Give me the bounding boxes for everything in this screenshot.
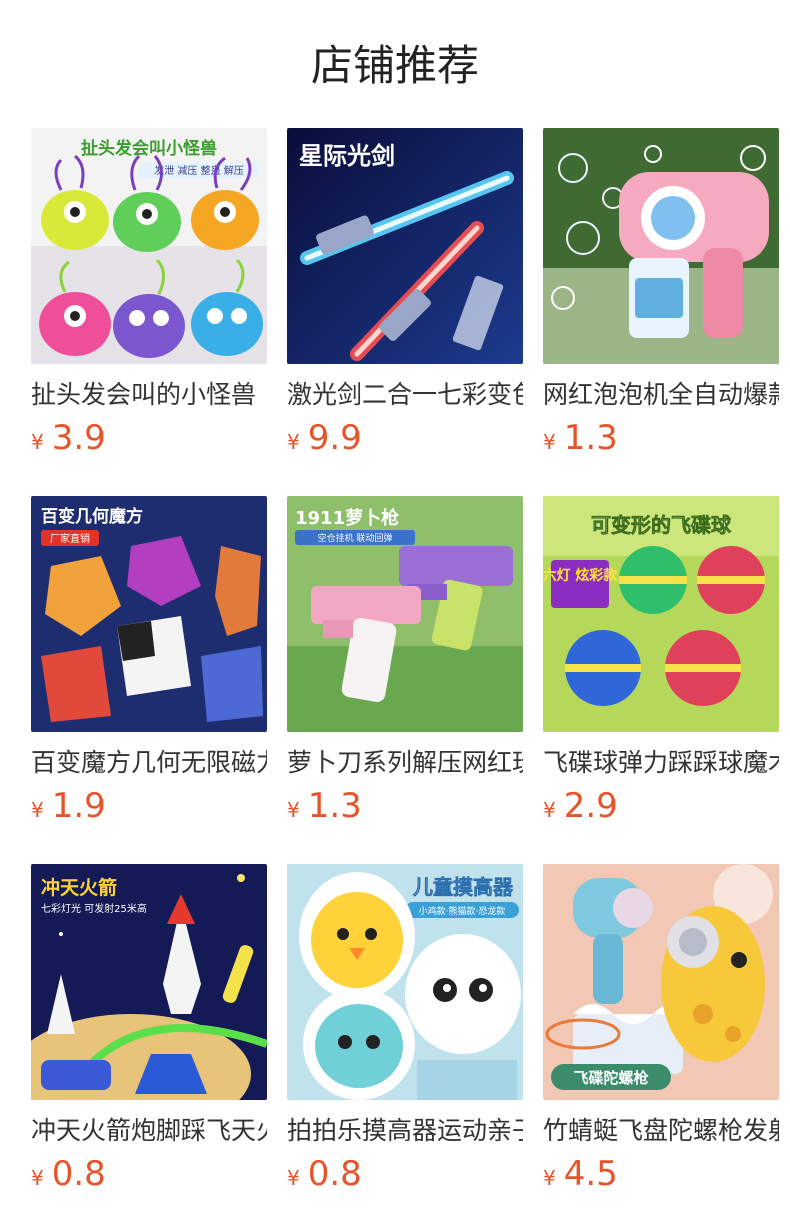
bubble-machine-image [543,128,779,364]
product-price: ¥1.3 [287,784,362,828]
currency-symbol: ¥ [543,1166,556,1190]
price-value: 0.8 [51,1154,106,1194]
product-card[interactable]: 网红泡泡机全自动爆款 ¥1.3 [543,128,779,458]
product-price: ¥1.9 [31,784,106,828]
product-image[interactable]: 飞碟陀螺枪 [543,864,779,1100]
price-value: 1.9 [51,786,106,826]
svg-text:厂家直销: 厂家直销 [50,532,90,545]
product-name[interactable]: 竹蜻蜓飞盘陀螺枪发射器 [543,1112,779,1150]
product-image[interactable] [543,128,779,364]
product-price: ¥0.8 [287,1152,362,1196]
product-price: ¥2.9 [543,784,618,828]
product-image[interactable]: 扯头发会叫小怪兽 发泄 减压 整蛊 解压 [31,128,267,364]
currency-symbol: ¥ [31,430,44,454]
currency-symbol: ¥ [287,430,300,454]
touch-height-toy-image: 儿童摸高器 小鸡款·熊猫款·恐龙款 [287,864,523,1100]
product-card[interactable]: 可变形的飞碟球 六灯 炫彩款 飞碟球弹力踩踩球魔术球 ¥2.9 [543,496,779,826]
svg-text:七彩灯光 可发射25米高: 七彩灯光 可发射25米高 [41,902,147,915]
product-card[interactable]: 百变几何魔方 厂家直销 百变魔方几何无限磁力 ¥1.9 [31,496,267,826]
product-name[interactable]: 冲天火箭炮脚踩飞天火箭 [31,1112,267,1150]
svg-text:小鸡款·熊猫款·恐龙款: 小鸡款·熊猫款·恐龙款 [419,905,506,917]
page-title: 店铺推荐 [310,41,479,90]
product-card[interactable]: 儿童摸高器 小鸡款·熊猫款·恐龙款 拍拍乐摸高器运动亲子玩具 ¥0.8 [287,864,523,1194]
product-name[interactable]: 激光剑二合一七彩变色 [287,376,523,414]
product-image[interactable]: 星际光剑 [287,128,523,364]
rocket-toy-image: 冲天火箭 七彩灯光 可发射25米高 [31,864,267,1100]
svg-text:空仓挂机 联动回弹: 空仓挂机 联动回弹 [318,532,393,544]
product-name[interactable]: 飞碟球弹力踩踩球魔术球 [543,744,779,782]
image-title: 儿童摸高器 [412,875,514,899]
product-name[interactable]: 扯头发会叫的小怪兽 [31,376,267,414]
image-title: 1911萝卜枪 [295,507,399,529]
currency-symbol: ¥ [287,1166,300,1190]
currency-symbol: ¥ [287,798,300,822]
currency-symbol: ¥ [543,430,556,454]
product-card[interactable]: 星际光剑 激光剑二合一七彩变色 ¥9.9 [287,128,523,458]
product-card[interactable]: 1911萝卜枪 空仓挂机 联动回弹 萝卜刀系列解压网红玩具 ¥1.3 [287,496,523,826]
image-title: 百变几何魔方 [41,506,143,527]
product-name[interactable]: 网红泡泡机全自动爆款 [543,376,779,414]
image-title: 冲天火箭 [41,876,117,899]
image-title: 可变形的飞碟球 [591,513,732,537]
product-name[interactable]: 拍拍乐摸高器运动亲子玩具 [287,1112,523,1150]
monster-toy-image: 扯头发会叫小怪兽 发泄 减压 整蛊 解压 [31,128,267,364]
currency-symbol: ¥ [31,798,44,822]
product-grid: 扯头发会叫小怪兽 发泄 减压 整蛊 解压 扯头发会叫的小怪兽 ¥ 3.9 星际光… [31,128,790,1194]
product-name[interactable]: 百变魔方几何无限磁力 [31,744,267,782]
price-value: 3.9 [51,418,106,458]
product-image[interactable]: 儿童摸高器 小鸡款·熊猫款·恐龙款 [287,864,523,1100]
product-card[interactable]: 飞碟陀螺枪 竹蜻蜓飞盘陀螺枪发射器 ¥4.5 [543,864,779,1194]
product-price: ¥1.3 [543,416,618,460]
product-price: ¥4.5 [543,1152,618,1196]
currency-symbol: ¥ [543,798,556,822]
product-price: ¥9.9 [287,416,362,460]
magic-cube-image: 百变几何魔方 厂家直销 [31,496,267,732]
product-price: ¥0.8 [31,1152,106,1196]
toy-gun-image: 1911萝卜枪 空仓挂机 联动回弹 [287,496,523,732]
price-value: 1.3 [563,418,618,458]
ufo-ball-image: 可变形的飞碟球 六灯 炫彩款 [543,496,779,732]
svg-text:六灯 炫彩款: 六灯 炫彩款 [543,567,618,584]
lightsaber-toy-image: 星际光剑 [287,128,523,364]
price-value: 1.3 [307,786,362,826]
product-image[interactable]: 冲天火箭 七彩灯光 可发射25米高 [31,864,267,1100]
spinner-gun-image: 飞碟陀螺枪 [543,864,779,1100]
image-title: 星际光剑 [299,142,395,170]
product-name[interactable]: 萝卜刀系列解压网红玩具 [287,744,523,782]
price-value: 9.9 [307,418,362,458]
svg-text:发泄 减压 整蛊 解压: 发泄 减压 整蛊 解压 [154,164,244,177]
image-title: 扯头发会叫小怪兽 [81,138,217,159]
image-title: 飞碟陀螺枪 [573,1069,648,1087]
price-value: 4.5 [563,1154,618,1194]
price-value: 0.8 [307,1154,362,1194]
product-card[interactable]: 冲天火箭 七彩灯光 可发射25米高 冲天火箭炮脚踩飞天火箭 ¥0.8 [31,864,267,1194]
product-price: ¥3.9 [31,416,106,460]
product-card[interactable]: 扯头发会叫小怪兽 发泄 减压 整蛊 解压 扯头发会叫的小怪兽 ¥ 3.9 [31,128,267,458]
currency-symbol: ¥ [31,1166,44,1190]
product-image[interactable]: 百变几何魔方 厂家直销 [31,496,267,732]
product-image[interactable]: 可变形的飞碟球 六灯 炫彩款 [543,496,779,732]
price-value: 2.9 [563,786,618,826]
product-image[interactable]: 1911萝卜枪 空仓挂机 联动回弹 [287,496,523,732]
